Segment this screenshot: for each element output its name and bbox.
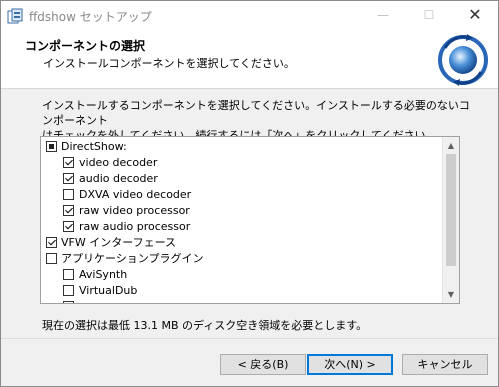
page-subtitle: インストールコンポーネントを選択してください。: [43, 57, 295, 70]
app-icon: [7, 8, 23, 24]
minimize-button[interactable]: —: [360, 1, 406, 31]
installer-window: ffdshow セットアップ — ☐ ✕ コンポーネントの選択 インストールコン…: [0, 0, 499, 387]
checkbox[interactable]: [63, 301, 74, 303]
component-label: raw video processor: [79, 204, 190, 217]
page-title: コンポーネントの選択: [25, 39, 146, 53]
back-button[interactable]: < 戻る(B): [220, 354, 306, 375]
title-bar: ffdshow セットアップ — ☐ ✕: [1, 1, 498, 31]
checkbox[interactable]: [63, 157, 74, 168]
component-label: VFW インターフェース: [61, 236, 177, 249]
component-label: raw audio processor: [79, 220, 191, 233]
checkbox[interactable]: [63, 205, 74, 216]
component-tree[interactable]: DirectShow: video decoder audio decoder …: [40, 136, 460, 304]
setup-globe-icon: [438, 34, 488, 86]
scroll-thumb[interactable]: [446, 154, 456, 266]
checkbox[interactable]: [63, 173, 74, 184]
checkbox[interactable]: [46, 253, 57, 264]
checkbox[interactable]: [46, 237, 57, 248]
scroll-down-arrow-icon[interactable]: ▼: [443, 286, 459, 303]
window-title: ffdshow セットアップ: [29, 10, 152, 24]
maximize-button[interactable]: ☐: [406, 1, 452, 31]
checkbox[interactable]: [63, 285, 74, 296]
component-label: DirectShow:: [61, 140, 127, 153]
scroll-up-arrow-icon[interactable]: ▲: [443, 137, 459, 154]
checkbox[interactable]: [63, 269, 74, 280]
component-label: AviSynth: [79, 268, 128, 281]
component-label: video decoder: [79, 156, 158, 169]
footer-divider: [1, 338, 498, 339]
vertical-scrollbar[interactable]: ▲ ▼: [442, 137, 459, 303]
checkbox[interactable]: [46, 141, 57, 152]
component-label: VirtualDub: [79, 284, 138, 297]
component-label: DXVA video decoder: [79, 188, 192, 201]
component-label: audio decoder: [79, 172, 158, 185]
instructions-line-1: インストールするコンポーネントを選択してください。インストールする必要のないコン…: [42, 99, 470, 127]
disk-space-required: 現在の選択は最低 13.1 MB のディスク空き領域を必要とします。: [42, 319, 368, 332]
checkbox[interactable]: [63, 221, 74, 232]
cancel-button[interactable]: キャンセル: [402, 354, 488, 375]
wizard-header: コンポーネントの選択 インストールコンポーネントを選択してください。: [1, 31, 498, 89]
next-button[interactable]: 次へ(N) >: [307, 354, 393, 375]
checkbox[interactable]: [63, 189, 74, 200]
component-label: アプリケーションプラグイン: [61, 252, 204, 265]
close-button[interactable]: ✕: [452, 1, 498, 31]
